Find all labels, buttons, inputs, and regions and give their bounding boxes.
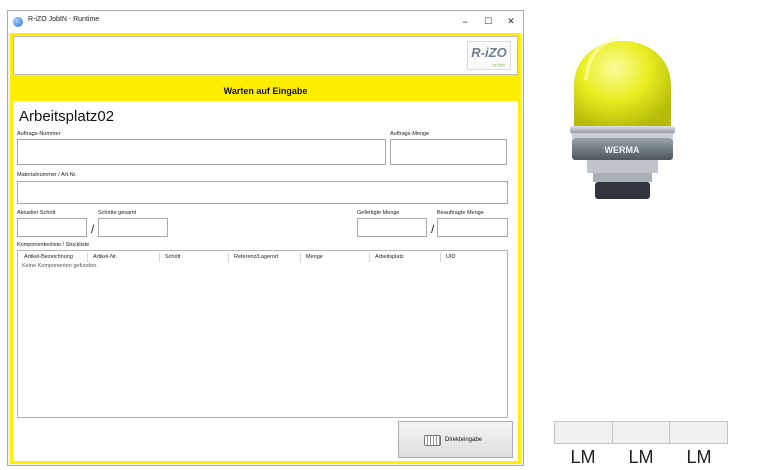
column-divider[interactable] bbox=[228, 253, 229, 262]
app-window: R-iZO JobIN - Runtime – ☐ ✕ R-iZO by lig… bbox=[7, 10, 524, 466]
column-header-uid[interactable]: UID bbox=[446, 254, 455, 260]
direct-input-button[interactable]: Direkteingabe bbox=[398, 421, 513, 458]
steps-total-label: Schritte gesamt bbox=[98, 210, 137, 216]
current-step-field[interactable] bbox=[17, 218, 87, 237]
lm-label-3: LM bbox=[686, 447, 712, 467]
lm-indicator-3 bbox=[670, 422, 728, 443]
job-panel: Arbeitsplatz02 Auftrags-Nummer Auftrags-… bbox=[13, 101, 518, 461]
column-divider[interactable] bbox=[159, 253, 160, 262]
lm-label-2: LM bbox=[628, 447, 654, 467]
logo-subtext: by light bbox=[492, 62, 505, 67]
column-header-article-number[interactable]: Artikel-Nr. bbox=[93, 254, 117, 260]
steps-total-field[interactable] bbox=[98, 218, 168, 237]
column-divider[interactable] bbox=[87, 253, 88, 262]
column-header-reference[interactable]: Referenz/Lagerort bbox=[234, 254, 278, 260]
column-header-article-name[interactable]: Artikel-Bezeichnung bbox=[24, 254, 73, 260]
title-bar[interactable]: R-iZO JobIN - Runtime – ☐ ✕ bbox=[8, 11, 523, 33]
keyboard-icon bbox=[424, 435, 441, 446]
status-message: Warten auf Eingabe bbox=[223, 86, 308, 96]
lm-indicator-1 bbox=[555, 422, 613, 443]
maximize-button[interactable]: ☐ bbox=[478, 14, 498, 30]
r-izo-logo: R-iZO by light bbox=[467, 41, 511, 70]
order-quantity-label: Auftrags-Menge bbox=[390, 131, 430, 137]
window-title: R-iZO JobIN - Runtime bbox=[28, 16, 100, 23]
signal-lamp-icon: WERMA bbox=[570, 36, 675, 199]
column-divider[interactable] bbox=[440, 253, 441, 262]
header-panel: R-iZO by light bbox=[13, 36, 518, 75]
logo-text: R-iZO bbox=[471, 45, 507, 60]
column-header-workplace[interactable]: Arbeitsplatz bbox=[375, 254, 404, 260]
status-frame: R-iZO by light Warten auf Eingabe Arbeit… bbox=[10, 33, 521, 464]
commissioned-quantity-label: Beauftragte Menge bbox=[437, 210, 484, 216]
quantity-separator: / bbox=[431, 222, 435, 236]
lm-label-1: LM bbox=[570, 447, 596, 467]
current-step-label: Aktueller Schritt bbox=[17, 210, 56, 216]
direct-input-label: Direkteingabe bbox=[445, 437, 483, 443]
material-number-label: Materialnummer / Art.Nr. bbox=[17, 172, 77, 178]
produced-quantity-label: Gefertigte Menge bbox=[357, 210, 400, 216]
step-separator: / bbox=[91, 222, 95, 236]
lm-indicator-2 bbox=[612, 422, 671, 443]
lm-indicator-row bbox=[554, 421, 728, 444]
component-table[interactable]: Artikel-Bezeichnung Artikel-Nr. Schritt … bbox=[17, 250, 508, 418]
commissioned-quantity-field[interactable] bbox=[437, 218, 508, 237]
minimize-button[interactable]: – bbox=[455, 14, 475, 30]
column-divider[interactable] bbox=[369, 253, 370, 262]
lamp-brand: WERMA bbox=[605, 145, 640, 155]
order-number-label: Auftrags-Nummer bbox=[17, 131, 61, 137]
material-number-field[interactable] bbox=[17, 181, 508, 204]
column-header-quantity[interactable]: Menge bbox=[306, 254, 323, 260]
close-button[interactable]: ✕ bbox=[501, 14, 521, 30]
app-icon bbox=[13, 17, 23, 27]
order-quantity-field[interactable] bbox=[390, 139, 507, 165]
column-divider[interactable] bbox=[300, 253, 301, 262]
workplace-title: Arbeitsplatz02 bbox=[19, 108, 115, 125]
component-list-label: Komponentenliste / Stückliste bbox=[17, 242, 90, 248]
order-number-field[interactable] bbox=[17, 139, 386, 165]
produced-quantity-field[interactable] bbox=[357, 218, 427, 237]
column-header-step[interactable]: Schritt bbox=[165, 254, 181, 260]
empty-list-message: Keine Komponenten gefunden. bbox=[22, 263, 98, 269]
